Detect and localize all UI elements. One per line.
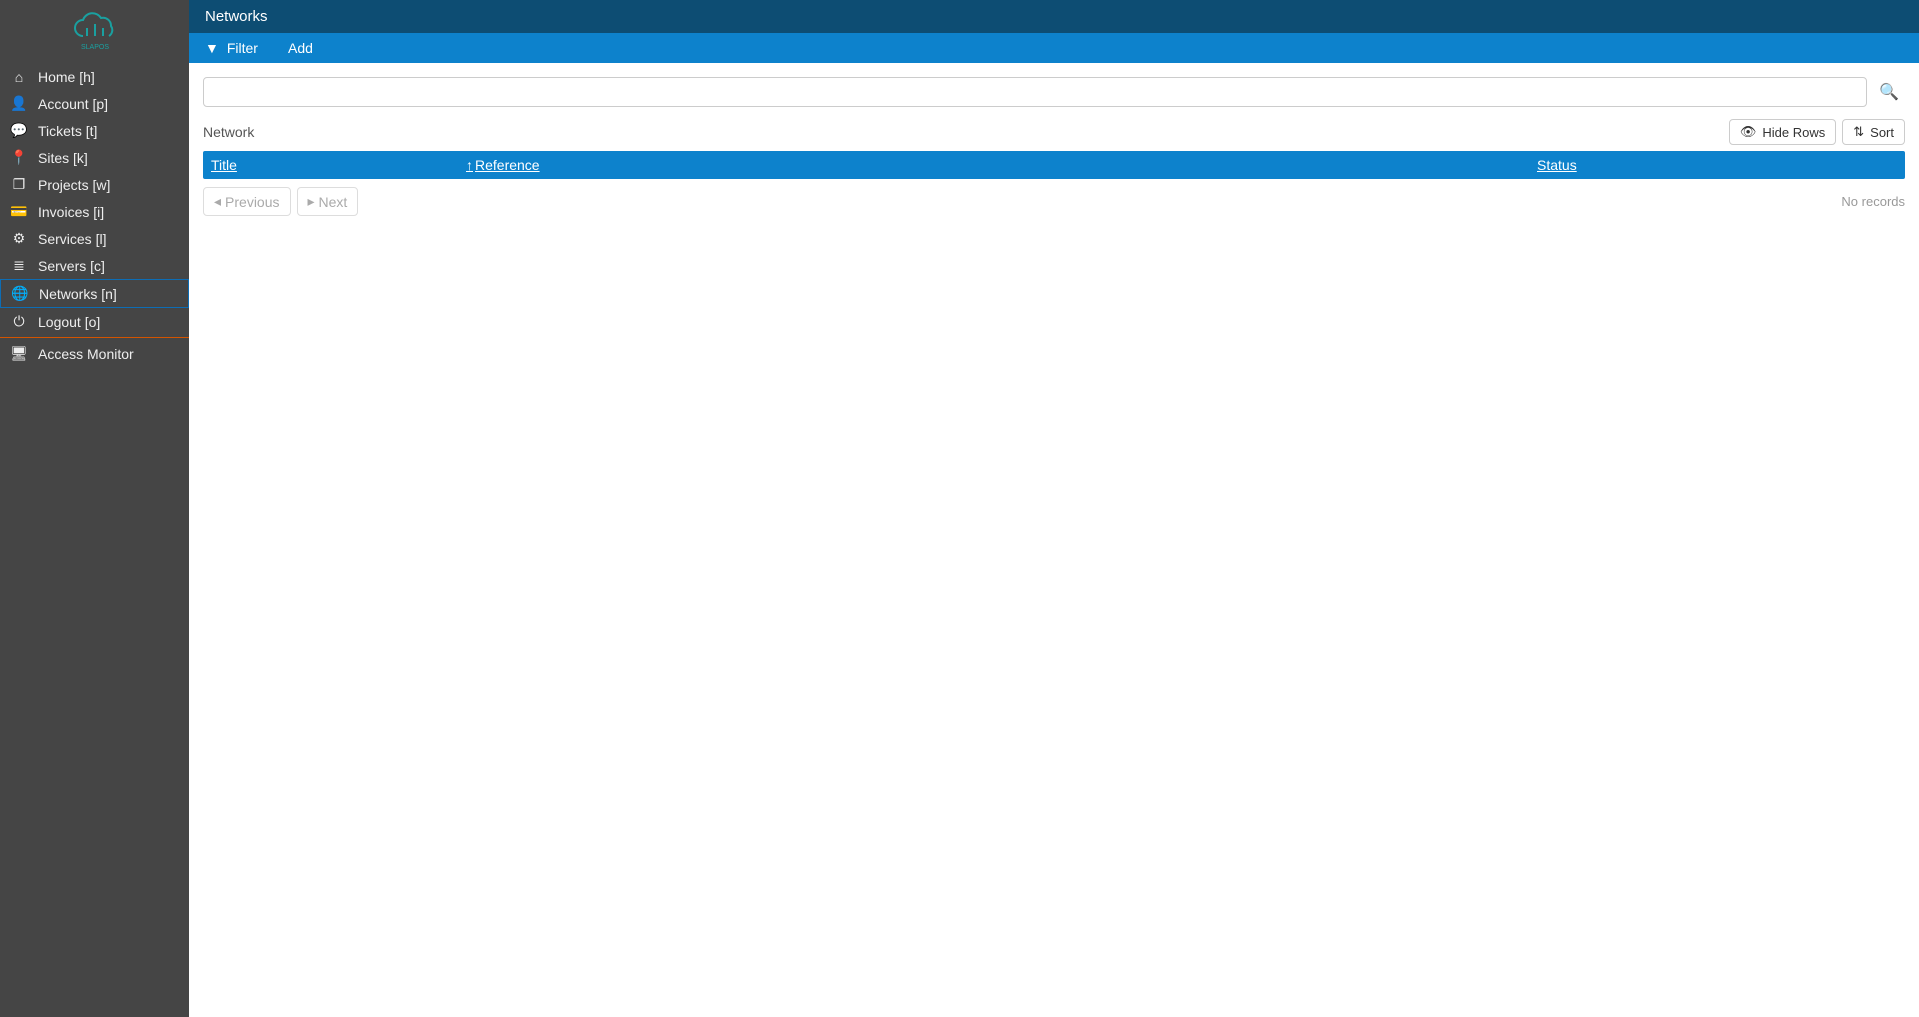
globe-icon: 🌐	[11, 285, 29, 302]
sidebar-item-label: Access Monitor	[38, 346, 134, 362]
column-reference[interactable]: ↑ Reference	[466, 157, 1537, 173]
sidebar-item-invoices[interactable]: 💳 Invoices [i]	[0, 198, 189, 225]
user-icon: 👤	[10, 95, 28, 112]
chevron-right-icon: ▸	[308, 193, 315, 210]
table-actions: 👁 Hide Rows ⇅ Sort	[1729, 119, 1905, 145]
sidebar-item-sites[interactable]: 📍 Sites [k]	[0, 144, 189, 171]
column-title-label: Title	[211, 157, 237, 173]
card-icon: 💳	[10, 203, 28, 220]
sort-icon: ⇅	[1853, 124, 1864, 140]
hide-rows-label: Hide Rows	[1762, 125, 1825, 140]
sidebar-nav-secondary: 🖥 Access Monitor	[0, 340, 189, 367]
action-toolbar: ▼ Filter Add	[189, 33, 1919, 63]
add-label: Add	[288, 40, 313, 56]
sidebar-item-access-monitor[interactable]: 🖥 Access Monitor	[0, 340, 189, 367]
sidebar-item-networks[interactable]: 🌐 Networks [n]	[0, 279, 189, 308]
cloud-logo-icon: SLAPOS	[65, 12, 125, 52]
content-area: 🔍 Network 👁 Hide Rows ⇅ Sort	[189, 63, 1919, 230]
sidebar-item-label: Projects [w]	[38, 177, 110, 193]
main-content: Networks ▼ Filter Add 🔍 Network	[189, 0, 1919, 1017]
power-icon: ⏻	[10, 313, 28, 330]
pager: ◂ Previous ▸ Next	[203, 187, 358, 216]
sidebar-item-tickets[interactable]: 💬 Tickets [t]	[0, 117, 189, 144]
sidebar-item-projects[interactable]: ❐ Projects [w]	[0, 171, 189, 198]
sidebar-item-label: Invoices [i]	[38, 204, 104, 220]
search-row: 🔍	[203, 77, 1905, 107]
sidebar-item-services[interactable]: ⚙ Services [l]	[0, 225, 189, 252]
page-header: Networks	[189, 0, 1919, 33]
desktop-icon: 🖥	[10, 345, 28, 362]
filter-button[interactable]: ▼ Filter	[205, 40, 258, 56]
brand-logo: SLAPOS	[0, 0, 189, 64]
sidebar-item-label: Tickets [t]	[38, 123, 97, 139]
hide-rows-button[interactable]: 👁 Hide Rows	[1729, 119, 1836, 145]
brand-text: SLAPOS	[80, 44, 108, 51]
previous-button[interactable]: ◂ Previous	[203, 187, 291, 216]
sort-label: Sort	[1870, 125, 1894, 140]
sort-asc-icon: ↑	[466, 157, 473, 173]
filter-label: Filter	[227, 40, 258, 56]
page-title: Networks	[205, 8, 268, 25]
home-icon: ⌂	[10, 69, 28, 85]
search-icon: 🔍	[1879, 82, 1899, 102]
chevron-left-icon: ◂	[214, 193, 221, 210]
next-button[interactable]: ▸ Next	[297, 187, 359, 216]
database-icon: ≣	[10, 257, 28, 274]
table-toolbar: Network 👁 Hide Rows ⇅ Sort	[203, 119, 1905, 145]
sidebar-divider	[0, 337, 189, 338]
marker-icon: 📍	[10, 149, 28, 166]
sidebar-item-label: Networks [n]	[39, 286, 117, 302]
sidebar-item-home[interactable]: ⌂ Home [h]	[0, 64, 189, 90]
sidebar-item-label: Logout [o]	[38, 314, 100, 330]
previous-label: Previous	[225, 194, 279, 210]
sidebar-nav: ⌂ Home [h] 👤 Account [p] 💬 Tickets [t] 📍…	[0, 64, 189, 335]
sort-button[interactable]: ⇅ Sort	[1842, 119, 1905, 145]
eye-icon: 👁	[1740, 124, 1757, 140]
cubes-icon: ❐	[10, 176, 28, 193]
table-title: Network	[203, 124, 254, 140]
sidebar-item-account[interactable]: 👤 Account [p]	[0, 90, 189, 117]
comments-icon: 💬	[10, 122, 28, 139]
sidebar-item-logout[interactable]: ⏻ Logout [o]	[0, 308, 189, 335]
column-status-label: Status	[1537, 157, 1577, 173]
empty-state-text: No records	[1841, 194, 1905, 209]
column-title[interactable]: Title	[211, 157, 466, 173]
cogs-icon: ⚙	[10, 230, 28, 247]
sidebar-item-label: Home [h]	[38, 69, 95, 85]
table-footer: ◂ Previous ▸ Next No records	[203, 187, 1905, 216]
column-reference-label: Reference	[475, 157, 540, 173]
sidebar-item-label: Services [l]	[38, 231, 106, 247]
search-input[interactable]	[203, 77, 1867, 107]
sidebar-item-label: Sites [k]	[38, 150, 88, 166]
sidebar-item-label: Servers [c]	[38, 258, 105, 274]
filter-icon: ▼	[205, 40, 219, 56]
sidebar: SLAPOS ⌂ Home [h] 👤 Account [p] 💬 Ticket…	[0, 0, 189, 1017]
column-status[interactable]: Status	[1537, 157, 1897, 173]
sidebar-item-servers[interactable]: ≣ Servers [c]	[0, 252, 189, 279]
add-button[interactable]: Add	[288, 40, 313, 56]
table-header: Title ↑ Reference Status	[203, 151, 1905, 179]
next-label: Next	[319, 194, 348, 210]
search-button[interactable]: 🔍	[1873, 78, 1905, 106]
sidebar-item-label: Account [p]	[38, 96, 108, 112]
